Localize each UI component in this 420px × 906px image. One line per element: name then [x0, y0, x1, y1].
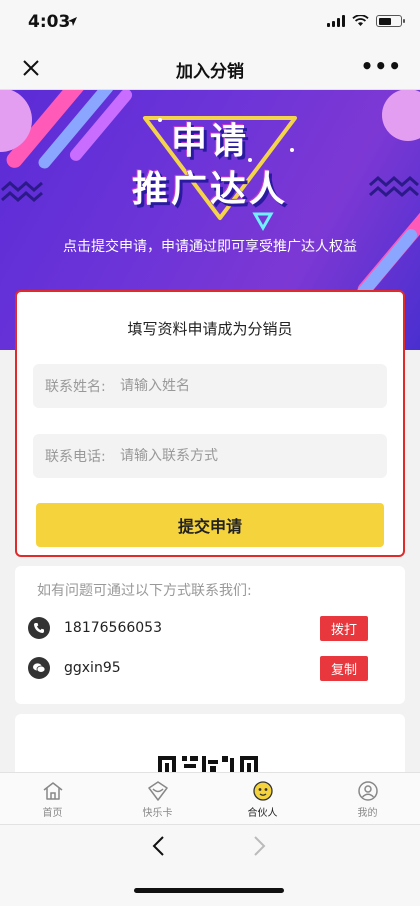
name-label: 联系姓名: [45, 379, 106, 395]
submit-application-button[interactable]: 提交申请 [36, 503, 384, 547]
phone-label: 联系电话: [45, 449, 106, 465]
forward-arrow-icon[interactable] [250, 835, 268, 857]
contact-row-wechat: ggxin95 复制 [28, 653, 368, 683]
tab-home-label: 首页 [42, 808, 63, 819]
banner-subtitle: 点击提交申请，申请通过即可享受推广达人权益 [63, 239, 357, 255]
status-bar: 4:03 [0, 0, 420, 46]
phone-input[interactable] [120, 448, 360, 464]
name-field[interactable]: 联系姓名: [33, 364, 387, 408]
wifi-icon [352, 15, 369, 26]
browser-nav-bar [0, 824, 420, 906]
tab-partner[interactable]: 合伙人 [210, 773, 315, 824]
partner-icon [252, 781, 273, 801]
more-menu-button[interactable]: ••• [361, 54, 402, 78]
wechat-icon [28, 657, 50, 679]
copy-button[interactable]: 复制 [319, 655, 368, 681]
tab-home[interactable]: 首页 [0, 773, 105, 824]
application-form: 填写资料申请成为分销员 联系姓名: 联系电话: 提交申请 [15, 290, 405, 557]
card-icon [147, 781, 168, 801]
name-input[interactable] [120, 378, 360, 394]
tab-happy-card[interactable]: 快乐卡 [105, 773, 210, 824]
home-icon [43, 782, 62, 800]
contact-title: 如有问题可通过以下方式联系我们: [37, 583, 252, 599]
contact-phone-number: 18176566053 [64, 620, 162, 636]
nav-bar: 加入分销 ••• [0, 46, 420, 90]
tab-mine[interactable]: 我的 [315, 773, 420, 824]
phone-field[interactable]: 联系电话: [33, 434, 387, 478]
back-arrow-icon[interactable] [150, 835, 168, 857]
home-indicator [134, 888, 284, 893]
banner-title-line1: 申请 [170, 121, 249, 162]
signal-icon [327, 15, 345, 27]
banner-title-line2: 推广达人 [131, 169, 288, 210]
qr-code-image [158, 756, 258, 774]
page-title: 加入分销 [176, 62, 244, 82]
contact-wechat-id: ggxin95 [64, 660, 121, 676]
profile-icon [357, 781, 378, 801]
contact-row-phone: 18176566053 拨打 [28, 613, 368, 643]
form-title: 填写资料申请成为分销员 [127, 320, 293, 338]
location-arrow-icon [68, 17, 77, 26]
tab-mine-label: 我的 [357, 808, 378, 819]
phone-icon [28, 617, 50, 639]
battery-icon [376, 15, 405, 27]
call-button[interactable]: 拨打 [319, 615, 368, 641]
tab-partner-label: 合伙人 [247, 808, 278, 819]
bottom-tab-bar: 首页 快乐卡 合伙人 我的 [0, 772, 420, 824]
tab-happy-card-label: 快乐卡 [142, 808, 173, 819]
status-time: 4:03 [28, 12, 71, 32]
